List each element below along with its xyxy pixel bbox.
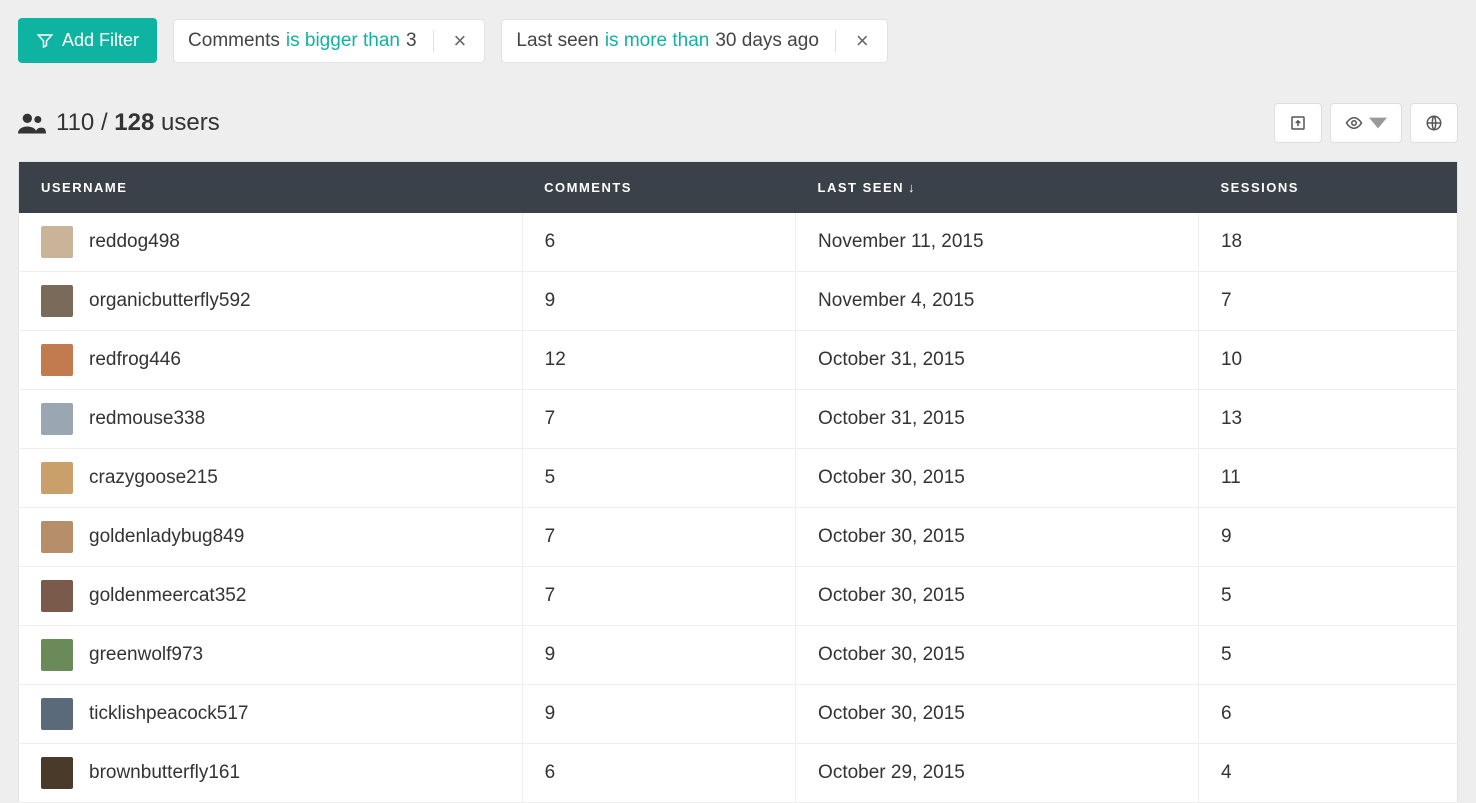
table-header-row: USERNAME COMMENTS LAST SEEN↓ SESSIONS <box>19 162 1458 214</box>
count-separator: / <box>101 109 108 136</box>
table-row[interactable]: organicbutterfly592 9November 4, 20157 <box>19 272 1458 331</box>
comments-cell: 12 <box>522 331 795 390</box>
entity-label: users <box>161 109 220 136</box>
summary-row: 110 / 128 users <box>18 103 1458 143</box>
sort-desc-icon: ↓ <box>908 180 916 195</box>
username-cell: redmouse338 <box>89 408 205 430</box>
chip-divider <box>835 30 836 52</box>
comments-cell: 6 <box>522 213 795 272</box>
sessions-cell: 18 <box>1198 213 1457 272</box>
funnel-icon <box>36 32 54 50</box>
sessions-cell: 6 <box>1198 685 1457 744</box>
last-seen-cell: October 30, 2015 <box>796 685 1199 744</box>
avatar <box>41 226 73 258</box>
col-header-username[interactable]: USERNAME <box>19 162 523 214</box>
last-seen-cell: October 29, 2015 <box>796 744 1199 803</box>
username-cell: brownbutterfly161 <box>89 762 240 784</box>
avatar <box>41 403 73 435</box>
last-seen-cell: October 30, 2015 <box>796 508 1199 567</box>
sessions-cell: 11 <box>1198 449 1457 508</box>
result-count: 110 / 128 users <box>56 109 220 137</box>
globe-button[interactable] <box>1410 103 1458 143</box>
globe-icon <box>1425 114 1443 132</box>
table-row[interactable]: reddog498 6November 11, 201518 <box>19 213 1458 272</box>
table-row[interactable]: redmouse338 7October 31, 201513 <box>19 390 1458 449</box>
sessions-cell: 7 <box>1198 272 1457 331</box>
username-cell: reddog498 <box>89 231 180 253</box>
col-header-comments[interactable]: COMMENTS <box>522 162 795 214</box>
sessions-cell: 4 <box>1198 744 1457 803</box>
col-header-sessions[interactable]: SESSIONS <box>1198 162 1457 214</box>
username-cell: goldenmeercat352 <box>89 585 246 607</box>
add-filter-label: Add Filter <box>62 30 139 51</box>
chip-field: Comments <box>188 30 280 52</box>
username-cell: organicbutterfly592 <box>89 290 251 312</box>
last-seen-cell: November 11, 2015 <box>796 213 1199 272</box>
avatar <box>41 757 73 789</box>
chip-operator: is more than <box>605 30 710 52</box>
last-seen-cell: October 31, 2015 <box>796 390 1199 449</box>
filter-chip[interactable]: Last seen is more than 30 days ago × <box>501 19 887 63</box>
table-row[interactable]: ticklishpeacock517 9October 30, 20156 <box>19 685 1458 744</box>
comments-cell: 5 <box>522 449 795 508</box>
table-row[interactable]: greenwolf973 9October 30, 20155 <box>19 626 1458 685</box>
username-cell: redfrog446 <box>89 349 181 371</box>
username-cell: goldenladybug849 <box>89 526 244 548</box>
comments-cell: 9 <box>522 685 795 744</box>
open-new-button[interactable] <box>1274 103 1322 143</box>
total-count: 128 <box>114 109 154 136</box>
comments-cell: 7 <box>522 508 795 567</box>
comments-cell: 9 <box>522 626 795 685</box>
avatar <box>41 344 73 376</box>
chip-remove-button[interactable]: × <box>852 30 873 52</box>
comments-cell: 9 <box>522 272 795 331</box>
chip-field: Last seen <box>516 30 598 52</box>
visibility-dropdown-button[interactable] <box>1330 103 1402 143</box>
table-row[interactable]: crazygoose215 5October 30, 201511 <box>19 449 1458 508</box>
comments-cell: 7 <box>522 390 795 449</box>
table-row[interactable]: brownbutterfly161 6October 29, 20154 <box>19 744 1458 803</box>
table-row[interactable]: goldenmeercat352 7October 30, 20155 <box>19 567 1458 626</box>
last-seen-cell: October 31, 2015 <box>796 331 1199 390</box>
sessions-cell: 10 <box>1198 331 1457 390</box>
username-cell: crazygoose215 <box>89 467 218 489</box>
last-seen-cell: October 30, 2015 <box>796 449 1199 508</box>
users-icon <box>18 111 46 135</box>
users-table: USERNAME COMMENTS LAST SEEN↓ SESSIONS re… <box>18 161 1458 803</box>
chip-value: 30 days ago <box>715 30 819 52</box>
chip-divider <box>433 30 434 52</box>
avatar <box>41 698 73 730</box>
avatar <box>41 639 73 671</box>
filter-chip[interactable]: Comments is bigger than 3 × <box>173 19 485 63</box>
sessions-cell: 5 <box>1198 567 1457 626</box>
sessions-cell: 13 <box>1198 390 1457 449</box>
table-row[interactable]: redfrog446 12October 31, 201510 <box>19 331 1458 390</box>
comments-cell: 6 <box>522 744 795 803</box>
summary-actions <box>1274 103 1458 143</box>
col-header-last-seen[interactable]: LAST SEEN↓ <box>796 162 1199 214</box>
avatar <box>41 285 73 317</box>
eye-icon <box>1345 114 1363 132</box>
sessions-cell: 5 <box>1198 626 1457 685</box>
last-seen-cell: October 30, 2015 <box>796 567 1199 626</box>
filter-bar: Add Filter Comments is bigger than 3×Las… <box>18 18 1458 63</box>
chip-remove-button[interactable]: × <box>450 30 471 52</box>
table-row[interactable]: goldenladybug849 7October 30, 20159 <box>19 508 1458 567</box>
avatar <box>41 462 73 494</box>
avatar <box>41 580 73 612</box>
open-in-new-icon <box>1289 114 1307 132</box>
username-cell: ticklishpeacock517 <box>89 703 248 725</box>
chip-value: 3 <box>406 30 417 52</box>
comments-cell: 7 <box>522 567 795 626</box>
last-seen-cell: October 30, 2015 <box>796 626 1199 685</box>
username-cell: greenwolf973 <box>89 644 203 666</box>
last-seen-cell: November 4, 2015 <box>796 272 1199 331</box>
caret-down-icon <box>1369 114 1387 132</box>
avatar <box>41 521 73 553</box>
sessions-cell: 9 <box>1198 508 1457 567</box>
chip-operator: is bigger than <box>286 30 400 52</box>
add-filter-button[interactable]: Add Filter <box>18 18 157 63</box>
shown-count: 110 <box>56 109 94 136</box>
